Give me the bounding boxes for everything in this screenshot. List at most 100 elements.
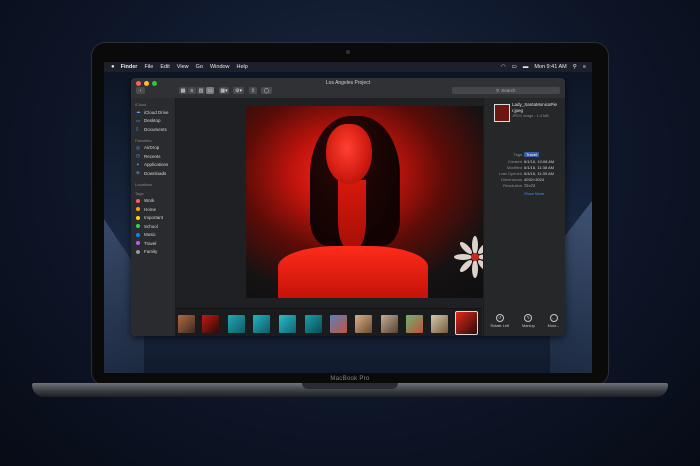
document-icon: ▯ bbox=[136, 126, 139, 132]
sidebar-item-downloads[interactable]: ⊕ Downloads bbox=[131, 169, 175, 178]
icon-view-button[interactable]: ▦ bbox=[179, 87, 187, 94]
markup-button[interactable]: ✎ Markup bbox=[522, 310, 535, 336]
sidebar-item-documents[interactable]: ▯ Documents bbox=[131, 125, 175, 134]
menu-window[interactable]: Window bbox=[210, 64, 230, 70]
show-more-link[interactable]: Show More bbox=[524, 191, 544, 196]
finder-window: Los Angeles Project ‹ ▦ ≡ ▥ ▭ ▦▾ ⚙▾ ⇪ ◯ … bbox=[131, 78, 565, 336]
tags-button[interactable]: ◯ bbox=[261, 87, 272, 94]
apple-menu-icon[interactable]: ● bbox=[111, 64, 115, 70]
control-list-icon[interactable]: ≡ bbox=[583, 64, 586, 70]
menu-go[interactable]: Go bbox=[196, 64, 203, 70]
sidebar-tag-home[interactable]: Home bbox=[131, 205, 175, 214]
menu-app-name[interactable]: Finder bbox=[121, 64, 138, 70]
tag-dot-icon bbox=[136, 241, 140, 246]
airplay-icon[interactable]: ▭ bbox=[512, 64, 517, 70]
filmstrip-thumbnail[interactable] bbox=[202, 315, 219, 333]
photo-face bbox=[326, 124, 372, 184]
photo-body bbox=[278, 246, 428, 298]
filmstrip-thumbnail[interactable] bbox=[253, 315, 270, 333]
sidebar-item-label: School bbox=[144, 223, 158, 229]
filmstrip-thumbnail[interactable] bbox=[381, 315, 398, 333]
device-label: MacBook Pro bbox=[330, 376, 370, 382]
filmstrip-thumbnail[interactable] bbox=[406, 315, 423, 333]
tag-dot-icon bbox=[136, 232, 140, 237]
photo-neck bbox=[338, 180, 366, 250]
action-label: Markup bbox=[522, 324, 535, 328]
sidebar: iCloud ☁ iCloud Drive ▭ Desktop ▯ Documents… bbox=[131, 98, 176, 336]
sidebar-item-label: iCloud Drive bbox=[144, 109, 169, 115]
filmstrip-thumbnail[interactable] bbox=[178, 315, 195, 333]
column-view-button[interactable]: ▥ bbox=[197, 87, 205, 94]
laptop-notch bbox=[302, 383, 398, 389]
tag-dot-icon bbox=[136, 215, 140, 220]
sidebar-header-tags: Tags bbox=[135, 190, 144, 196]
filmstrip-thumbnail-selected[interactable] bbox=[455, 311, 478, 335]
sidebar-item-label: Desktop bbox=[144, 118, 161, 124]
sidebar-item-label: Family bbox=[144, 249, 158, 255]
wifi-icon[interactable]: ◠ bbox=[501, 64, 506, 70]
sidebar-tag-work[interactable]: Work bbox=[131, 197, 175, 206]
quick-actions: ↺ Rotate Left ✎ Markup … More... bbox=[484, 310, 565, 336]
gallery-view-button[interactable]: ▭ bbox=[206, 87, 214, 94]
rotate-left-icon: ↺ bbox=[495, 314, 504, 322]
filmstrip-thumbnail[interactable] bbox=[228, 315, 245, 333]
sidebar-item-label: Music bbox=[144, 232, 156, 238]
sidebar-item-label: AirDrop bbox=[144, 145, 160, 151]
gallery-preview[interactable] bbox=[176, 98, 502, 308]
tag-dot-icon bbox=[136, 224, 140, 229]
sidebar-item-label: Travel bbox=[144, 240, 157, 246]
menu-file[interactable]: File bbox=[144, 64, 153, 70]
back-button[interactable]: ‹ bbox=[136, 87, 145, 94]
desktop-icon: ▭ bbox=[136, 117, 141, 123]
action-button[interactable]: ⚙▾ bbox=[233, 87, 244, 94]
filmstrip-thumbnail[interactable] bbox=[431, 315, 448, 333]
filmstrip-thumbnail[interactable] bbox=[330, 315, 347, 333]
group-button[interactable]: ▦▾ bbox=[219, 87, 229, 94]
markup-icon: ✎ bbox=[524, 314, 533, 322]
meta-value: 6/1/16, 10:08 AM bbox=[524, 159, 555, 164]
file-name: Lady_SantaMonicaPie r.jpeg bbox=[512, 102, 558, 113]
search-icon: ⚲ bbox=[496, 87, 500, 93]
preview-pane: Lady_SantaMonicaPie r.jpeg JPEG image - … bbox=[483, 98, 565, 336]
search-input[interactable]: ⚲ Search bbox=[452, 87, 560, 94]
sidebar-tag-music[interactable]: Music bbox=[131, 231, 175, 240]
sidebar-item-desktop[interactable]: ▭ Desktop bbox=[131, 117, 175, 126]
menu-bar: ● Finder File Edit View Go Window Help ◠… bbox=[104, 62, 592, 72]
sidebar-item-recents[interactable]: ◷ Recents bbox=[131, 152, 175, 161]
search-placeholder: Search bbox=[501, 88, 516, 93]
menu-edit[interactable]: Edit bbox=[160, 64, 169, 70]
sidebar-header-locations: Locations bbox=[135, 181, 153, 187]
sidebar-tag-school[interactable]: School bbox=[131, 222, 175, 231]
sidebar-tag-important[interactable]: Important bbox=[131, 214, 175, 223]
rotate-left-button[interactable]: ↺ Rotate Left bbox=[490, 310, 509, 336]
filmstrip-thumbnail[interactable] bbox=[279, 315, 296, 333]
filmstrip-thumbnail[interactable] bbox=[305, 315, 322, 333]
meta-key: Dimensions bbox=[501, 177, 522, 182]
more-button[interactable]: … More... bbox=[548, 310, 560, 336]
action-label: More... bbox=[547, 324, 560, 328]
sidebar-item-icloud-drive[interactable]: ☁ iCloud Drive bbox=[131, 108, 175, 117]
sidebar-tag-family[interactable]: Family bbox=[131, 248, 175, 257]
sidebar-item-airdrop[interactable]: ◎ AirDrop bbox=[131, 144, 175, 153]
spotlight-icon[interactable]: ⚲ bbox=[573, 64, 577, 70]
cloud-icon: ☁ bbox=[136, 109, 141, 115]
menu-clock[interactable]: Mon 9:41 AM bbox=[534, 64, 566, 70]
sidebar-item-applications[interactable]: ✦ Applications bbox=[131, 161, 175, 170]
meta-key: Resolution bbox=[503, 183, 522, 188]
list-view-button[interactable]: ≡ bbox=[188, 87, 196, 94]
sidebar-header-icloud: iCloud bbox=[135, 102, 147, 107]
sidebar-item-label: Applications bbox=[144, 162, 169, 168]
sidebar-item-label: Downloads bbox=[144, 170, 167, 176]
filmstrip-thumbnail[interactable] bbox=[355, 315, 372, 333]
tag-dot-icon bbox=[136, 249, 140, 254]
camera-icon bbox=[346, 50, 350, 54]
meta-value: 6/1/16, 11:38 AM bbox=[524, 165, 554, 170]
share-button[interactable]: ⇪ bbox=[249, 87, 257, 94]
meta-key: Modified bbox=[506, 165, 522, 170]
menu-view[interactable]: View bbox=[177, 64, 189, 70]
tag-pill[interactable]: Travel bbox=[524, 152, 539, 157]
file-thumbnail-icon bbox=[494, 104, 510, 122]
battery-icon[interactable]: ▬ bbox=[523, 64, 529, 70]
sidebar-tag-travel[interactable]: Travel bbox=[131, 239, 175, 248]
menu-help[interactable]: Help bbox=[237, 64, 248, 70]
